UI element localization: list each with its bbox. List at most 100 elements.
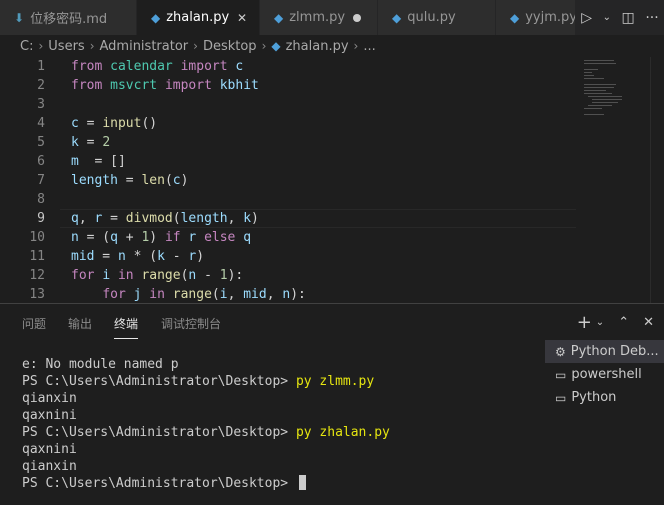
terminal-line: e: No module named p [22, 357, 179, 372]
line-number: 2 [37, 78, 45, 93]
vertical-scrollbar[interactable] [650, 57, 664, 303]
terminal-icon: ▭ [555, 367, 567, 382]
terminal-icon: ▭ [555, 390, 567, 405]
bottom-panel: 问题 输出 终端 调试控制台 + ⌄ ⌃ ✕ e: No module name… [0, 303, 664, 505]
code-line: 12 for i in range(n - 1): [0, 266, 664, 285]
tab-debug-console[interactable]: 调试控制台 [161, 315, 221, 332]
breadcrumb-item-administrator[interactable]: Administrator [100, 39, 189, 54]
tab-bar: ⬇ 位移密码.md ◆ zhalan.py ✕ ◆ zlmm.py ◆ qulu… [0, 0, 664, 35]
new-terminal-icon[interactable]: + [577, 312, 592, 333]
panel-tabs: 问题 输出 终端 调试控制台 + ⌄ ⌃ ✕ [0, 304, 664, 342]
unsaved-dot-icon[interactable] [353, 13, 361, 22]
code-line: 2 from msvcrt import kbhit [0, 76, 664, 95]
tab-label: yyjm.py [525, 10, 576, 25]
line-number: 11 [29, 249, 45, 264]
chevron-right-icon: › [261, 39, 267, 53]
tab-terminal[interactable]: 终端 [114, 315, 139, 339]
tab-zlmm[interactable]: ◆ zlmm.py [260, 0, 378, 35]
code-line-current: 9 q, r = divmod(length, k) [0, 209, 664, 228]
code-text: from calendar import c [71, 59, 244, 74]
code-line: 4 c = input() [0, 114, 664, 133]
minimap[interactable] [582, 57, 648, 303]
terminal-cursor [298, 475, 306, 490]
python-icon: ◆ [271, 39, 281, 53]
code-line: 10 n = (q + 1) if r else q [0, 228, 664, 247]
terminal-line: qianxin [22, 459, 77, 474]
line-number: 10 [29, 230, 45, 245]
tab-label: zhalan.py [166, 10, 230, 25]
code-line: 3 [0, 95, 664, 114]
chevron-right-icon: › [89, 39, 95, 53]
maximize-panel-icon[interactable]: ⌃ [618, 315, 629, 330]
terminal-list: ⚙ Python Deb... ▭ powershell ▭ Python [545, 340, 664, 409]
split-editor-icon[interactable]: ◫ [622, 10, 635, 26]
line-number: 8 [37, 192, 45, 207]
code-line: 11 mid = n * (k - r) [0, 247, 664, 266]
code-line: 1 from calendar import c [0, 57, 664, 76]
tab-qulu[interactable]: ◆ qulu.py [378, 0, 496, 35]
line-number: 7 [37, 173, 45, 188]
terminal-item-python-debug[interactable]: ⚙ Python Deb... [545, 340, 664, 363]
markdown-icon: ⬇ [14, 10, 25, 25]
breadcrumb-item-symbols[interactable]: ... [363, 39, 375, 54]
code-line: 13 for j in range(i, mid, n): [0, 285, 664, 303]
breadcrumb-item-users[interactable]: Users [48, 39, 84, 54]
chevron-down-icon[interactable]: ⌄ [603, 12, 611, 23]
tab-label: zlmm.py [289, 10, 346, 25]
python-icon: ◆ [151, 10, 161, 25]
editor-actions: ▷ ⌄ ◫ ··· [576, 0, 664, 35]
code-text: from msvcrt import kbhit [71, 78, 259, 93]
tab-output[interactable]: 输出 [68, 315, 92, 332]
code-text: for j in range(i, mid, n): [102, 287, 306, 302]
python-icon: ◆ [392, 10, 402, 25]
tab-zhalan[interactable]: ◆ zhalan.py ✕ [137, 0, 260, 35]
terminal-line: PS C:\Users\Administrator\Desktop> [22, 475, 542, 492]
tab-wei-yi-mi-ma[interactable]: ⬇ 位移密码.md [0, 0, 137, 35]
line-number: 1 [37, 59, 45, 74]
breadcrumb-item-file[interactable]: zhalan.py [286, 39, 349, 54]
breadcrumb-item-drive[interactable]: C: [20, 39, 33, 54]
code-text: q, r = divmod(length, k) [71, 211, 259, 226]
tab-problems[interactable]: 问题 [22, 315, 46, 332]
panel-actions: + ⌄ ⌃ ✕ [577, 312, 654, 333]
code-line: 6 m = [] [0, 152, 664, 171]
code-text: for i in range(n - 1): [71, 268, 244, 283]
terminal-line: qaxnini [22, 442, 77, 457]
code-editor[interactable]: 1 from calendar import c 2 from msvcrt i… [0, 57, 664, 303]
code-text: mid = n * (k - r) [71, 249, 205, 264]
code-text: n = (q + 1) if r else q [71, 230, 252, 245]
python-icon: ◆ [510, 10, 520, 25]
chevron-right-icon: › [38, 39, 44, 53]
code-line: 8 [0, 190, 664, 209]
code-line: 5 k = 2 [0, 133, 664, 152]
terminal-item-python[interactable]: ▭ Python [545, 386, 664, 409]
code-text: k = 2 [71, 135, 111, 150]
line-number: 5 [37, 135, 45, 150]
chevron-right-icon: › [193, 39, 198, 53]
code-text: m = [] [71, 154, 126, 169]
run-icon[interactable]: ▷ [581, 10, 592, 26]
tab-label: qulu.py [407, 10, 456, 25]
line-number: 13 [29, 287, 45, 302]
terminal-line: PS C:\Users\Administrator\Desktop> py zh… [22, 425, 390, 440]
terminal-line: PS C:\Users\Administrator\Desktop> py zl… [22, 374, 375, 389]
line-number: 4 [37, 116, 45, 131]
close-icon[interactable]: ✕ [643, 315, 654, 330]
line-number: 12 [29, 268, 45, 283]
line-number: 9 [37, 211, 45, 226]
code-text: c = input() [71, 116, 158, 131]
line-number: 3 [37, 97, 45, 112]
breadcrumb-item-desktop[interactable]: Desktop [203, 39, 257, 54]
tab-yyjm[interactable]: ◆ yyjm.py [496, 0, 576, 35]
breadcrumb: C: › Users › Administrator › Desktop › ◆… [0, 35, 664, 57]
python-icon: ◆ [274, 10, 284, 25]
debug-icon: ⚙ [555, 344, 566, 359]
tab-label: 位移密码.md [30, 12, 108, 27]
terminal-item-powershell[interactable]: ▭ powershell [545, 363, 664, 386]
more-icon[interactable]: ··· [645, 10, 658, 26]
close-icon[interactable]: ✕ [237, 11, 247, 25]
chevron-down-icon[interactable]: ⌄ [596, 317, 604, 328]
code-text: length = len(c) [71, 173, 189, 188]
terminal-output[interactable]: e: No module named p PS C:\Users\Adminis… [22, 356, 542, 492]
terminal-line: qianxin [22, 391, 77, 406]
